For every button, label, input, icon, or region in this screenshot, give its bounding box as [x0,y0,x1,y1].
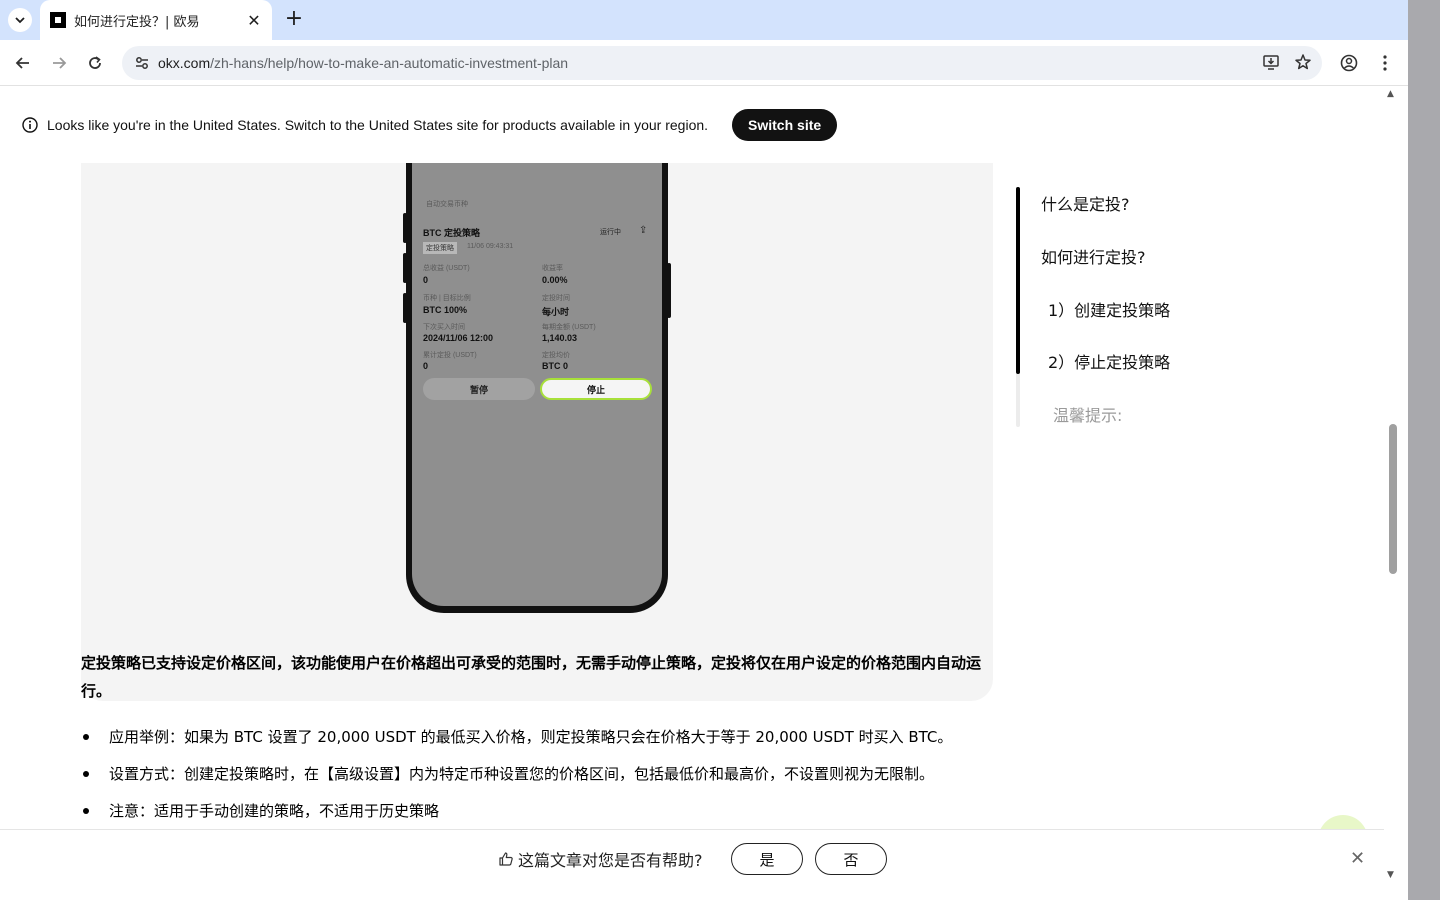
toc-item-tips[interactable]: 温馨提示: [1053,402,1122,426]
back-button[interactable] [11,51,35,75]
forward-button[interactable] [47,51,71,75]
field-label: 每期金额 (USDT) [542,324,596,331]
phone-screen: 自动交易币种 BTC 定投策略 运行中 ⇪ 定投策略 11/06 09:43:3… [412,103,662,606]
field-label: 币种 | 目标比例 [423,295,471,302]
field-label: 定投时间 [542,295,570,302]
url-path: /zh-hans/help/how-to-make-an-automatic-i… [210,55,569,71]
field-label: 定投均价 [542,352,570,359]
article-bold-paragraph: 定投策略已支持设定价格区间，该功能使用户在价格超出可承受的范围时，无需手动停止策… [81,654,982,700]
field-label: 下次买入时间 [423,324,465,331]
screen-status: 运行中 [600,229,621,236]
site-settings-icon[interactable] [126,55,158,71]
reload-icon [89,56,101,69]
field-label: 总收益 (USDT) [423,265,470,272]
article-bullet-list: 应用举例：如果为 BTC 设置了 20,000 USDT 的最低买入价格，则定投… [81,727,1001,838]
switch-site-button[interactable]: Switch site [732,109,838,141]
region-banner: Looks like you're in the United States. … [0,87,1384,163]
toc-item-stop-strategy[interactable]: 2）停止定投策略 [1048,349,1170,373]
profile-icon [1340,54,1358,72]
scroll-up-icon[interactable]: ▲ [1387,89,1394,99]
list-item: 应用举例：如果为 BTC 设置了 20,000 USDT 的最低买入价格，则定投… [81,727,1001,764]
field-value: BTC 100% [423,305,468,315]
tab-search-button[interactable] [8,8,32,32]
install-app-icon[interactable] [1262,53,1280,71]
field-value: 0.00% [542,275,568,285]
table-of-contents: 什么是定投? 如何进行定投? 1）创建定投策略 2）停止定投策略 温馨提示: [1016,187,1316,427]
okx-logo-icon [50,12,66,28]
feedback-question-text: 这篇文章对您是否有帮助? [518,851,703,870]
field-value: 0 [423,361,429,371]
url-host: okx.com [158,55,211,71]
thumbs-up-icon [499,852,513,866]
field-value: 每小时 [542,307,570,317]
article-image: 自动交易币种 BTC 定投策略 运行中 ⇪ 定投策略 11/06 09:43:3… [81,103,993,701]
arrow-right-icon [53,57,67,69]
browser-window: 如何进行定投？| 欧易 ✕ + okx.com/zh-hans/help/how… [0,0,1408,900]
field-label: 累计定投 (USDT) [423,352,477,359]
screen-pause-button: 暂停 [423,378,535,400]
toc-progress-indicator [1016,187,1020,374]
screen-timestamp: 11/06 09:43:31 [467,243,514,250]
new-tab-button[interactable]: + [282,8,306,32]
chevron-down-icon [15,17,25,24]
feedback-no-button[interactable]: 否 [815,843,887,875]
arrow-left-icon [15,57,29,69]
scrollbar-thumb[interactable] [1389,424,1397,574]
tab-close-icon[interactable]: ✕ [246,11,262,30]
screen-badge: 定投策略 [423,242,457,254]
page-content: 自动交易币种 BTC 定投策略 运行中 ⇪ 定投策略 11/06 09:43:3… [0,87,1384,900]
bookmark-star-icon[interactable] [1294,53,1312,71]
banner-text: Looks like you're in the United States. … [47,117,709,133]
reload-button[interactable] [83,51,107,75]
field-value: 2024/11/06 12:00 [423,333,494,343]
field-value: BTC 0 [542,361,569,371]
profile-button[interactable] [1337,51,1361,75]
screen-top-text: 自动交易币种 [426,201,468,208]
share-icon: ⇪ [639,225,648,236]
browser-menu-button[interactable] [1373,51,1397,75]
toc-item-how-to-dca[interactable]: 如何进行定投? [1041,244,1146,268]
browser-toolbar: okx.com/zh-hans/help/how-to-make-an-auto… [0,40,1408,86]
phone-mockup: 自动交易币种 BTC 定投策略 运行中 ⇪ 定投策略 11/06 09:43:3… [403,103,671,613]
tab-title: 如何进行定投？| 欧易 [74,14,200,30]
toc-item-what-is-dca[interactable]: 什么是定投? [1041,191,1130,215]
url-text: okx.com/zh-hans/help/how-to-make-an-auto… [158,55,568,71]
screen-stop-button: 停止 [540,378,652,400]
screen-strategy-title: BTC 定投策略 [423,228,480,238]
address-bar[interactable]: okx.com/zh-hans/help/how-to-make-an-auto… [122,46,1322,80]
page-scrollbar[interactable]: ▲ ▼ [1384,87,1408,900]
active-tab[interactable]: 如何进行定投？| 欧易 ✕ [40,0,272,40]
tab-strip: 如何进行定投？| 欧易 ✕ + [0,0,1408,40]
scroll-down-icon[interactable]: ▼ [1387,870,1394,880]
more-vertical-icon [1383,55,1387,71]
list-item: 设置方式：创建定投策略时，在【高级设置】内为特定币种设置您的价格区间，包括最低价… [81,764,1001,801]
feedback-bar: 这篇文章对您是否有帮助? 是 否 ✕ [0,829,1384,887]
field-value: 1,140.03 [542,333,578,343]
feedback-yes-button[interactable]: 是 [731,843,803,875]
desktop-background [1408,0,1440,900]
toc-item-create-strategy[interactable]: 1）创建定投策略 [1048,297,1170,321]
field-label: 收益率 [542,265,563,272]
feedback-question: 这篇文章对您是否有帮助? [498,847,703,871]
close-icon[interactable]: ✕ [1350,848,1365,869]
field-value: 0 [423,275,429,285]
info-icon [22,117,38,133]
